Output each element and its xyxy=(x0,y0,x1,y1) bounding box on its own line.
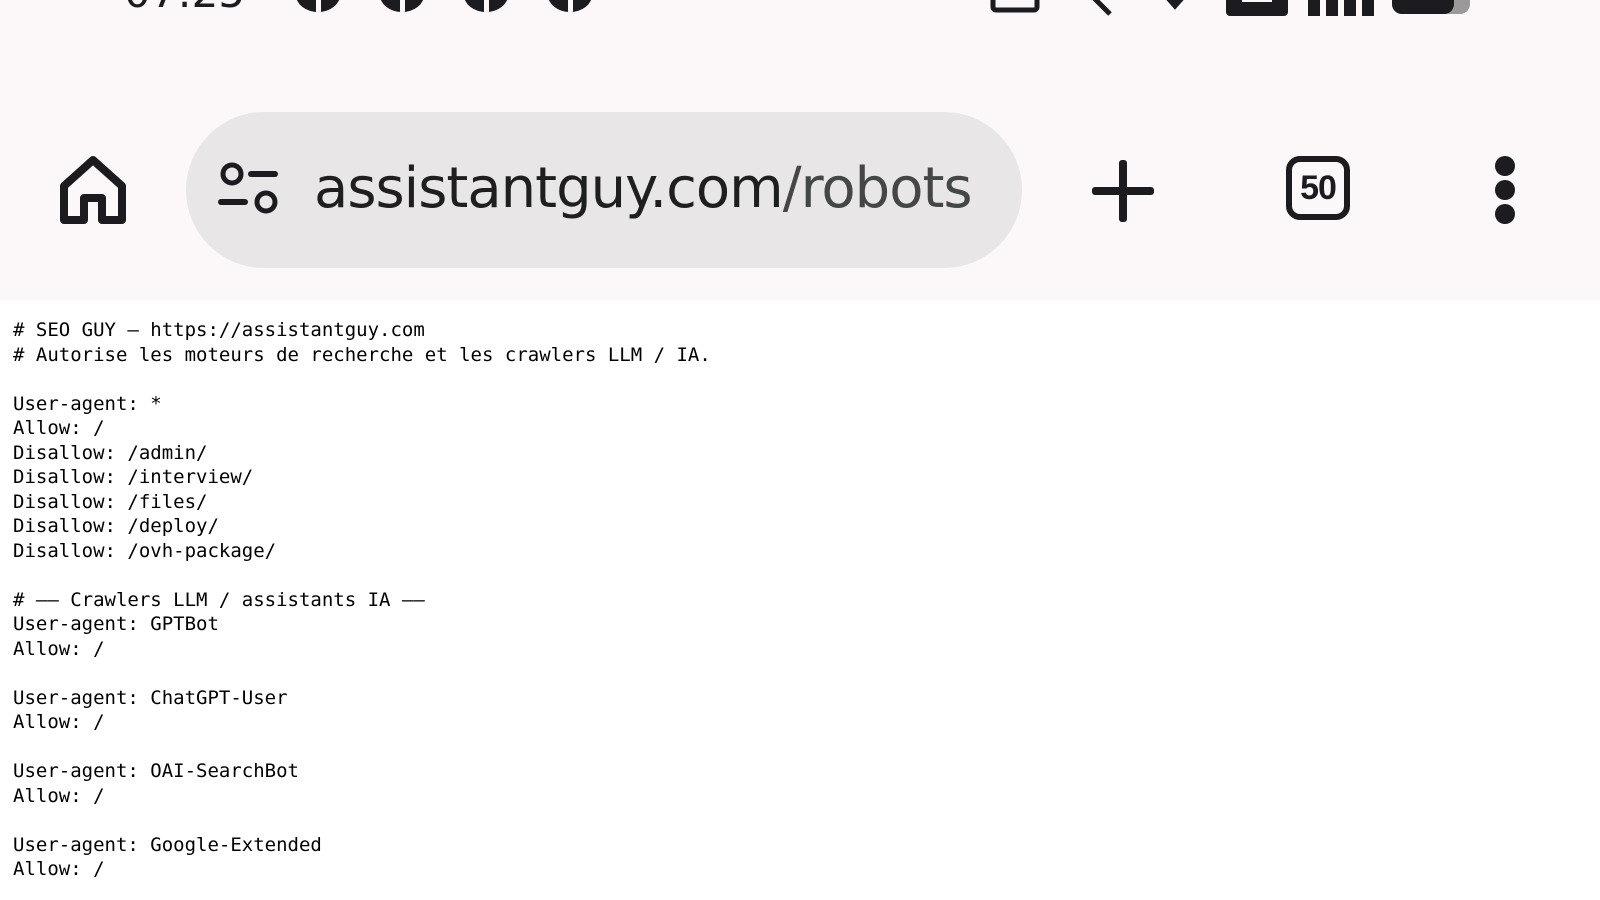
text-line: Allow: / xyxy=(13,417,105,439)
text-line: User-agent: Google-Extended xyxy=(13,833,322,856)
text-line xyxy=(13,367,1600,392)
text-line: # Autorise les moteurs de recherche et l… xyxy=(13,343,711,366)
tab-switcher-button[interactable]: 50 xyxy=(1286,156,1350,220)
status-time: 07:25 xyxy=(124,0,245,14)
text-line xyxy=(13,563,1600,588)
notification-icon xyxy=(548,0,592,12)
mute-icon xyxy=(1092,0,1112,16)
text-line xyxy=(13,808,1600,833)
text-line: Disallow: /interview/ xyxy=(13,466,254,488)
text-line: User-agent: ChatGPT-User xyxy=(13,686,288,709)
text-line: User-agent: GPTBot xyxy=(13,613,219,635)
browser-chrome: 07:25 assistantguy.com/robo xyxy=(0,0,1600,300)
text-line xyxy=(13,735,1600,760)
text-line: Disallow: /admin/ xyxy=(13,441,208,464)
lte-icon xyxy=(1226,0,1288,16)
text-line: Allow: / xyxy=(13,637,105,660)
text-line xyxy=(13,661,1600,686)
tab-count: 50 xyxy=(1300,168,1337,207)
robots-txt-content: # SEO GUY — https://assistantguy.com # Au… xyxy=(13,318,1600,882)
signal-icon xyxy=(1308,0,1374,16)
text-line: User-agent: OAI-SearchBot xyxy=(13,760,299,782)
more-menu-button[interactable] xyxy=(1490,156,1520,224)
data-arrows-icon xyxy=(1166,0,1184,10)
new-tab-button[interactable] xyxy=(1090,158,1156,224)
text-line: Disallow: /files/ xyxy=(13,490,208,513)
url-path: /robots xyxy=(782,156,973,221)
menu-dot-icon xyxy=(1495,204,1515,224)
battery-icon xyxy=(1392,0,1470,14)
text-line: Disallow: /ovh-package/ xyxy=(13,539,277,562)
notification-icon xyxy=(380,0,424,12)
menu-dot-icon xyxy=(1495,156,1515,176)
address-bar[interactable]: assistantguy.com/robots xyxy=(186,112,1022,268)
notification-icon xyxy=(296,0,340,12)
text-line: Allow: / xyxy=(13,711,105,733)
text-line: # SEO GUY — https://assistantguy.com xyxy=(13,319,425,341)
url-domain: assistantguy.com xyxy=(314,156,784,221)
text-line: User-agent: * xyxy=(13,392,162,415)
home-button[interactable] xyxy=(56,152,130,226)
text-line: Allow: / xyxy=(13,858,105,880)
cast-icon xyxy=(990,0,1040,13)
text-line: Allow: / xyxy=(13,784,105,807)
text-line: # —— Crawlers LLM / assistants IA —— xyxy=(13,588,425,611)
menu-dot-icon xyxy=(1495,180,1515,200)
page-info-button[interactable] xyxy=(218,162,278,218)
url-text[interactable]: assistantguy.com/robots xyxy=(314,154,1004,224)
text-line: Disallow: /deploy/ xyxy=(13,515,219,537)
notification-icon xyxy=(464,0,508,12)
